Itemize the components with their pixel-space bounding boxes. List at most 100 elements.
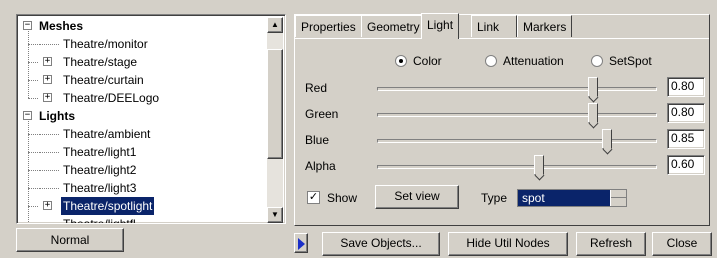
type-spinner[interactable]: [610, 190, 626, 206]
tree-item-label: Theatre/monitor: [63, 37, 148, 51]
green-label: Green: [305, 107, 339, 121]
expand-icon[interactable]: +: [43, 93, 52, 102]
tree-item[interactable]: Theatre/light1: [17, 143, 269, 161]
spin-up-icon[interactable]: [611, 190, 626, 198]
scroll-thumb[interactable]: [267, 49, 283, 159]
radio-attenuation-indicator[interactable]: [485, 55, 497, 67]
save-objects-button[interactable]: Save Objects...: [322, 232, 440, 256]
slider-row-alpha: Alpha 0.60: [295, 155, 711, 179]
set-view-label: Set view: [394, 189, 440, 203]
tab-markers-label: Markers: [523, 20, 567, 34]
radio-color[interactable]: Color: [395, 53, 442, 69]
tab-light[interactable]: Light: [421, 13, 460, 39]
close-label: Close: [666, 236, 698, 250]
slider-row-red: Red 0.80: [295, 77, 711, 101]
tree-group-label: Lights: [39, 109, 75, 123]
alpha-slider-thumb[interactable]: [534, 155, 544, 175]
tree-item[interactable]: + Theatre/curtain: [17, 71, 269, 89]
check-icon: ✓: [308, 191, 319, 203]
tree-item[interactable]: Theatre/ambient: [17, 125, 269, 143]
green-value-field[interactable]: 0.80: [667, 103, 705, 123]
refresh-button[interactable]: Refresh: [576, 232, 646, 256]
tree-list: − Meshes Theatre/monitor + Theatre/stage + The…: [17, 17, 269, 224]
tab-geometry-label: Geometry: [367, 20, 420, 34]
slider-row-green: Green 0.80: [295, 103, 711, 127]
hide-util-nodes-button[interactable]: Hide Util Nodes: [448, 232, 568, 256]
scroll-up-button[interactable]: ▲: [267, 17, 283, 33]
tree-item[interactable]: Theatre/light3: [17, 179, 269, 197]
tab-properties-label: Properties: [301, 20, 356, 34]
tree-scrollbar[interactable]: ▲ ▼: [267, 17, 283, 223]
red-label: Red: [305, 81, 328, 95]
tree-item-label: Theatre/spotlight: [61, 197, 155, 215]
green-slider-track[interactable]: [377, 113, 657, 117]
scroll-down-button[interactable]: ▼: [267, 207, 283, 223]
tree-item-label: Theatre/light2: [63, 163, 137, 177]
scene-tree[interactable]: − Meshes Theatre/monitor + Theatre/stage + The…: [16, 14, 286, 224]
radio-color-indicator[interactable]: [395, 55, 407, 67]
tree-group[interactable]: − Meshes: [17, 17, 269, 35]
blue-label: Blue: [305, 133, 330, 147]
tree-item-label: Theatre/ambient: [63, 127, 151, 141]
radio-attenuation-label: Attenuation: [503, 54, 564, 68]
red-slider-track[interactable]: [377, 87, 657, 91]
scroll-up-icon: ▲: [271, 20, 279, 29]
radio-attenuation[interactable]: Attenuation: [485, 53, 564, 69]
blue-slider-thumb[interactable]: [601, 129, 612, 149]
set-view-button[interactable]: Set view: [375, 185, 459, 209]
tab-properties[interactable]: Properties: [295, 15, 362, 37]
tab-light-label: Light: [427, 18, 454, 32]
red-value-field[interactable]: 0.80: [667, 77, 705, 97]
type-label: Type: [481, 191, 508, 205]
properties-panel: Properties Geometry Light Link Markers C…: [294, 13, 711, 226]
tree-item-label: Theatre/lightfl: [63, 217, 136, 224]
radio-setspot[interactable]: SetSpot: [591, 53, 652, 69]
tree-item[interactable]: Theatre/lightfl: [17, 215, 269, 224]
radio-setspot-label: SetSpot: [609, 54, 652, 68]
hide-util-nodes-label: Hide Util Nodes: [466, 236, 550, 250]
alpha-slider-track[interactable]: [377, 165, 657, 169]
tree-item[interactable]: Theatre/monitor: [17, 35, 269, 53]
play-icon[interactable]: [294, 233, 308, 253]
tab-markers[interactable]: Markers: [517, 15, 573, 37]
radio-color-label: Color: [413, 54, 442, 68]
collapse-icon[interactable]: −: [23, 111, 32, 120]
blue-value-field[interactable]: 0.85: [667, 129, 705, 149]
tree-item[interactable]: + Theatre/DEELogo: [17, 89, 269, 107]
tab-geometry[interactable]: Geometry: [361, 15, 426, 37]
tree-item-label: Theatre/DEELogo: [63, 91, 160, 105]
type-value: spot: [522, 191, 545, 205]
collapse-icon[interactable]: −: [23, 21, 32, 30]
alpha-label: Alpha: [305, 159, 336, 173]
tree-group-label: Meshes: [39, 19, 84, 33]
save-objects-label: Save Objects...: [340, 236, 422, 250]
tree-item-label: Theatre/light3: [63, 181, 137, 195]
blue-slider-track[interactable]: [377, 139, 657, 143]
tab-link-label: Link: [477, 20, 500, 34]
show-checkbox[interactable]: ✓: [307, 191, 320, 204]
tree-item[interactable]: Theatre/light2: [17, 161, 269, 179]
type-select[interactable]: spot: [517, 189, 627, 207]
tab-normal[interactable]: Normal: [16, 228, 124, 252]
tree-connector: [28, 31, 29, 98]
slider-row-blue: Blue 0.85: [295, 129, 711, 153]
tree-item[interactable]: + Theatre/spotlight: [17, 197, 269, 215]
green-slider-thumb[interactable]: [588, 103, 598, 123]
red-slider-thumb[interactable]: [588, 77, 598, 97]
expand-icon[interactable]: +: [43, 57, 52, 66]
tree-item[interactable]: + Theatre/stage: [17, 53, 269, 71]
tab-normal-label: Normal: [50, 233, 90, 247]
alpha-value-field[interactable]: 0.60: [667, 155, 705, 175]
tree-connector: [28, 121, 29, 223]
radio-setspot-indicator[interactable]: [591, 55, 603, 67]
expand-icon[interactable]: +: [43, 75, 52, 84]
show-label: Show: [327, 191, 358, 205]
refresh-label: Refresh: [589, 236, 633, 250]
tree-item-label: Theatre/light1: [63, 145, 137, 159]
tree-item-label: Theatre/stage: [63, 55, 138, 69]
tab-link[interactable]: Link: [471, 15, 517, 37]
tree-group[interactable]: − Lights: [17, 107, 269, 125]
scroll-down-icon: ▼: [271, 210, 279, 219]
close-button[interactable]: Close: [652, 232, 712, 256]
expand-icon[interactable]: +: [43, 201, 52, 210]
